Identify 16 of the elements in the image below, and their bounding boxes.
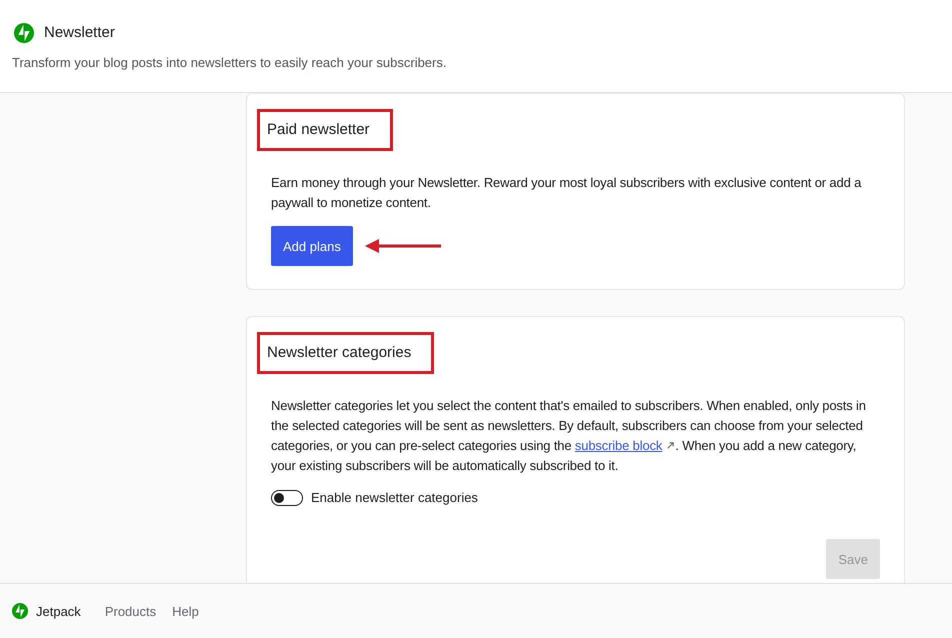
subscribe-block-link[interactable]: subscribe block — [574, 438, 676, 453]
bolt-logo-icon — [12, 603, 28, 619]
toggle-label: Enable newsletter categories — [311, 489, 478, 507]
add-plans-button[interactable]: Add plans — [271, 226, 353, 266]
toggle-switch[interactable] — [271, 490, 303, 506]
card-title: Newsletter categories — [267, 343, 412, 363]
bolt-logo-icon — [14, 23, 34, 43]
external-link-icon — [666, 441, 676, 450]
footer-link[interactable]: Products — [104, 604, 156, 618]
card-description: Newsletter categories let you select the content that's emailed to subscribers. When enabled, only posts in the selected categories will be sent as newsletters. By default, subscribers can choose from your selected categories, or you can pre-select categories using the subscribe block . When you add a new category, your existing subscribers will be automatically subscribed to it. — [271, 397, 867, 475]
page-title: Newsletter — [44, 23, 115, 43]
card-title: Paid newsletter — [267, 120, 370, 140]
brand-name: Jetpack — [36, 604, 81, 618]
footer-link[interactable]: Help — [172, 604, 199, 618]
page-subtitle: Transform your blog posts into newsletters to easily reach your subscribers. — [12, 54, 448, 72]
card-description: Earn money through your Newsletter. Reward your most loyal subscribers with exclusive content or add a paywall to monetize content. — [271, 174, 862, 212]
